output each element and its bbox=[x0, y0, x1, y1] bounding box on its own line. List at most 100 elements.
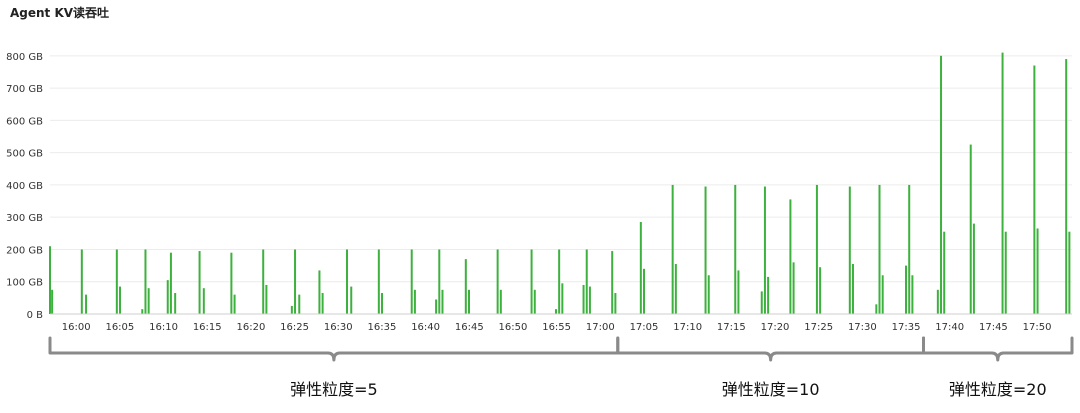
bar bbox=[499, 289, 502, 314]
bar bbox=[767, 276, 770, 314]
bar bbox=[1065, 59, 1068, 314]
bar bbox=[435, 299, 438, 314]
bar bbox=[1068, 231, 1071, 314]
bar bbox=[438, 249, 441, 314]
x-tick-label: 17:30 bbox=[848, 322, 877, 333]
x-tick-label: 17:10 bbox=[673, 322, 702, 333]
bar bbox=[911, 275, 914, 314]
y-tick-label: 600 GB bbox=[6, 116, 43, 127]
bar bbox=[377, 249, 380, 314]
x-tick-label: 17:05 bbox=[630, 322, 659, 333]
bar bbox=[321, 293, 324, 314]
x-tick-label: 17:35 bbox=[892, 322, 921, 333]
bar bbox=[230, 252, 233, 314]
bar bbox=[1033, 65, 1036, 314]
bar bbox=[262, 249, 265, 314]
y-tick-label: 700 GB bbox=[6, 84, 43, 95]
bar bbox=[875, 304, 878, 314]
bar bbox=[851, 263, 854, 314]
bar bbox=[294, 249, 297, 314]
bar bbox=[972, 223, 975, 314]
bar bbox=[704, 186, 707, 314]
y-tick-label: 800 GB bbox=[6, 52, 43, 63]
bar bbox=[943, 231, 946, 314]
y-tick-label: 100 GB bbox=[6, 278, 43, 289]
throughput-chart: 0 B 100 GB 200 GB 300 GB 400 GB 500 GB 600 GB 7… bbox=[6, 52, 1074, 399]
x-tick-label: 17:20 bbox=[761, 322, 790, 333]
bar bbox=[441, 289, 444, 314]
bar bbox=[202, 288, 205, 314]
x-tick-label: 16:00 bbox=[62, 322, 91, 333]
bar bbox=[936, 289, 939, 314]
x-tick-label: 17:25 bbox=[804, 322, 833, 333]
bar bbox=[410, 249, 413, 314]
bar bbox=[233, 294, 236, 314]
bar bbox=[815, 184, 818, 314]
bar bbox=[80, 249, 83, 314]
x-tick-label: 16:10 bbox=[149, 322, 178, 333]
y-tick-label: 200 GB bbox=[6, 245, 43, 256]
bar bbox=[878, 184, 881, 314]
bar bbox=[760, 291, 763, 314]
bar bbox=[585, 249, 588, 314]
bar bbox=[582, 284, 585, 314]
bar bbox=[905, 265, 908, 314]
bar bbox=[588, 286, 591, 314]
bar bbox=[144, 249, 147, 314]
bar bbox=[737, 270, 740, 314]
x-tick-label: 16:20 bbox=[236, 322, 265, 333]
bar bbox=[848, 186, 851, 314]
bar bbox=[1036, 228, 1039, 314]
group-label: 弹性粒度=5 bbox=[290, 380, 378, 399]
bar bbox=[51, 289, 54, 314]
bar bbox=[789, 199, 792, 314]
y-tick-label: 400 GB bbox=[6, 181, 43, 192]
bar bbox=[558, 249, 561, 314]
x-tick-label: 17:50 bbox=[1023, 322, 1052, 333]
bar bbox=[554, 309, 557, 314]
y-tick-label: 500 GB bbox=[6, 149, 43, 160]
x-tick-label: 16:50 bbox=[499, 322, 528, 333]
bar bbox=[908, 184, 911, 314]
bar bbox=[1001, 52, 1004, 314]
bar bbox=[198, 251, 201, 314]
x-tick-label: 16:30 bbox=[324, 322, 353, 333]
bar bbox=[614, 293, 617, 314]
group-bracket bbox=[616, 336, 926, 362]
bar bbox=[734, 184, 737, 314]
bar bbox=[85, 294, 88, 314]
bar bbox=[464, 259, 467, 314]
x-tick-label: 16:45 bbox=[455, 322, 484, 333]
bar bbox=[940, 55, 943, 315]
bar bbox=[881, 275, 884, 314]
bar bbox=[350, 286, 353, 314]
group-brackets: 弹性粒度=5 弹性粒度=10 弹性粒度=20 bbox=[48, 336, 1074, 399]
grid-lines bbox=[50, 55, 1072, 283]
bar bbox=[674, 263, 677, 314]
bar bbox=[530, 249, 533, 314]
bar bbox=[413, 289, 416, 314]
bar bbox=[346, 249, 349, 314]
group-bracket bbox=[922, 336, 1074, 362]
group-label: 弹性粒度=10 bbox=[722, 380, 820, 399]
bar bbox=[496, 249, 499, 314]
y-tick-label: 300 GB bbox=[6, 213, 43, 224]
bar bbox=[671, 184, 674, 314]
x-tick-label: 16:40 bbox=[411, 322, 440, 333]
bar bbox=[763, 186, 766, 314]
x-tick-label: 17:45 bbox=[979, 322, 1008, 333]
bar bbox=[290, 305, 293, 314]
x-tick-label: 16:35 bbox=[368, 322, 397, 333]
bar bbox=[115, 249, 118, 314]
y-tick-label: 0 B bbox=[27, 310, 44, 321]
bar bbox=[119, 286, 122, 314]
bar bbox=[1004, 231, 1007, 314]
group-bracket bbox=[48, 336, 620, 362]
bar bbox=[819, 267, 822, 314]
bar bbox=[792, 262, 795, 314]
x-tick-label: 16:05 bbox=[105, 322, 134, 333]
group-label: 弹性粒度=20 bbox=[949, 380, 1047, 399]
bar bbox=[166, 280, 169, 314]
bars bbox=[49, 52, 1071, 315]
bar bbox=[298, 294, 301, 314]
